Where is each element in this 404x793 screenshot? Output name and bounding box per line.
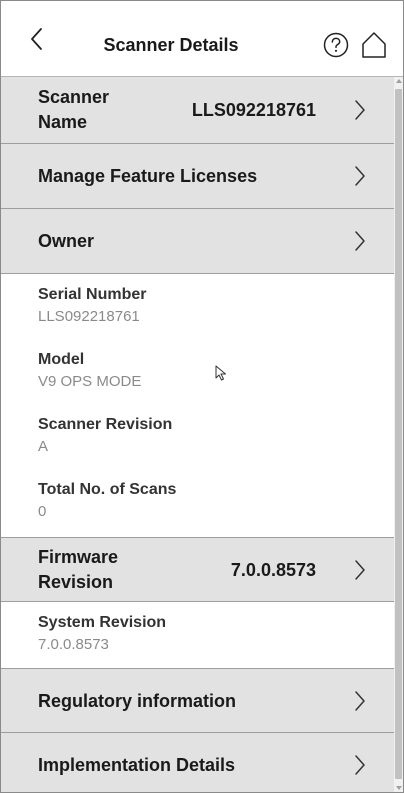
firmware-revision-label-line1: Firmware	[38, 547, 119, 567]
total-scans-value: 0	[38, 503, 47, 520]
page-title: Scanner Details	[103, 35, 239, 55]
scanner-revision-value: A	[38, 438, 49, 455]
model-value: V9 OPS MODE	[38, 373, 142, 390]
regulatory-information-label: Regulatory information	[38, 691, 237, 711]
firmware-revision-value: 7.0.0.8573	[230, 560, 316, 580]
scanner-name-label-line1: Scanner	[38, 87, 110, 107]
manage-feature-licenses-row[interactable]: Manage Feature Licenses	[1, 144, 394, 209]
help-button[interactable]	[323, 32, 349, 58]
system-revision-section: System Revision 7.0.0.8573	[1, 602, 394, 668]
chevron-right-icon	[355, 560, 365, 580]
manage-feature-licenses-label: Manage Feature Licenses	[38, 166, 258, 186]
mouse-cursor-icon	[215, 365, 226, 381]
scroll-thumb[interactable]	[395, 89, 402, 779]
scanner-name-row[interactable]: Scanner Name LLS092218761	[1, 77, 394, 144]
home-button[interactable]	[361, 31, 387, 59]
scroll-down-arrow-icon[interactable]	[396, 786, 402, 790]
question-circle-icon	[323, 32, 349, 58]
header-bar: Scanner Details	[1, 1, 403, 77]
implementation-details-row[interactable]: Implementation Details	[1, 733, 394, 792]
model-label: Model	[38, 351, 85, 368]
scanner-name-value: LLS092218761	[191, 100, 316, 120]
chevron-right-icon	[355, 755, 365, 775]
firmware-revision-row[interactable]: Firmware Revision 7.0.0.8573	[1, 537, 394, 602]
total-scans-label: Total No. of Scans	[38, 481, 177, 498]
firmware-revision-label-line2: Revision	[38, 572, 114, 592]
regulatory-information-row[interactable]: Regulatory information	[1, 668, 394, 733]
serial-number-value: LLS092218761	[38, 308, 140, 325]
system-revision-value: 7.0.0.8573	[38, 636, 109, 653]
chevron-right-icon	[355, 691, 365, 711]
scroll-up-arrow-icon[interactable]	[396, 79, 402, 83]
scanner-revision-label: Scanner Revision	[38, 416, 173, 433]
serial-number-label: Serial Number	[38, 286, 147, 303]
system-revision-label: System Revision	[38, 614, 167, 631]
chevron-right-icon	[355, 100, 365, 120]
chevron-right-icon	[355, 166, 365, 186]
home-icon	[362, 32, 386, 58]
owner-label: Owner	[38, 231, 95, 251]
details-list[interactable]: Scanner Name LLS092218761 Manage Feature…	[1, 77, 394, 792]
owner-row[interactable]: Owner	[1, 209, 394, 274]
scanner-name-label-line2: Name	[38, 112, 88, 132]
scrollbar[interactable]	[394, 77, 403, 792]
chevron-right-icon	[355, 231, 365, 251]
scanner-info-section: Serial Number LLS092218761 Model V9 OPS …	[1, 274, 394, 537]
implementation-details-label: Implementation Details	[38, 755, 236, 775]
app-window: Scanner Details Scanner Name LLS09221876…	[0, 0, 404, 793]
